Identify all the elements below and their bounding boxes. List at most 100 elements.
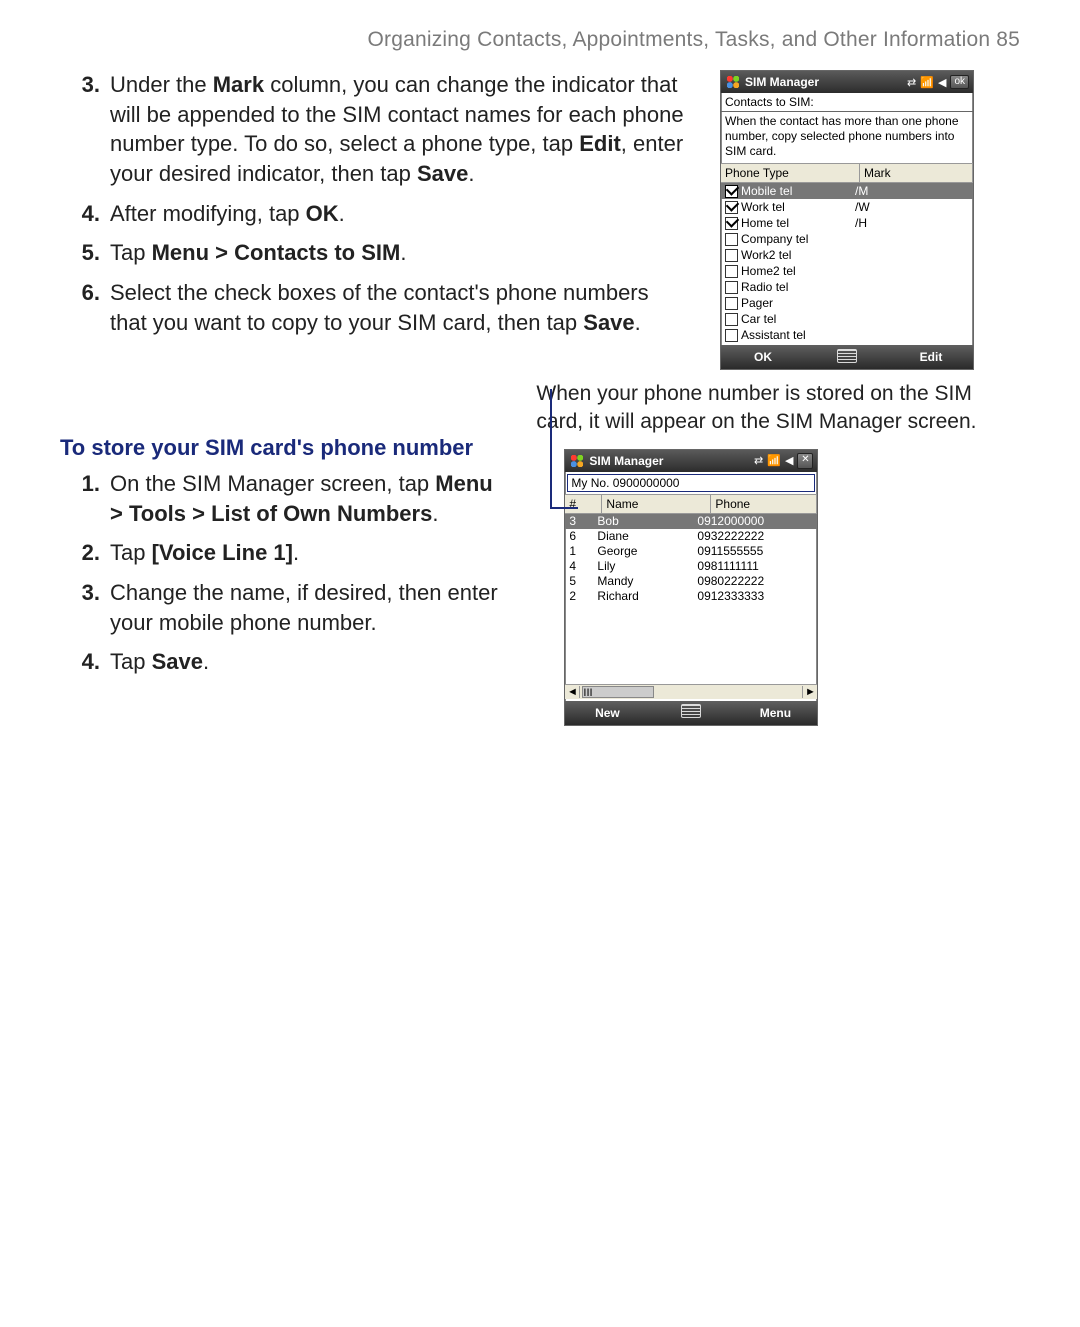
step-text: After modifying, tap OK.: [110, 199, 690, 229]
checkbox[interactable]: [725, 249, 738, 262]
scroll-thumb[interactable]: III: [582, 686, 654, 698]
contact-name: Lily: [597, 559, 697, 574]
softkey-ok[interactable]: OK: [721, 350, 805, 364]
softkey-menu[interactable]: Menu: [733, 706, 817, 720]
phone-type-row[interactable]: Pager: [721, 295, 973, 311]
phone-type-row[interactable]: Company tel: [721, 231, 973, 247]
sip-keyboard-icon[interactable]: [805, 349, 889, 366]
close-button[interactable]: ✕: [797, 453, 813, 469]
page-running-head: Organizing Contacts, Appointments, Tasks…: [60, 28, 1020, 52]
step-text: Change the name, if desired, then enter …: [110, 578, 506, 637]
contact-index: 2: [569, 589, 597, 604]
phone-type-label: Home tel: [741, 216, 789, 230]
phone-type-label: Mobile tel: [741, 184, 792, 198]
step-text: On the SIM Manager screen, tap Menu > To…: [110, 469, 506, 528]
subheading: To store your SIM card's phone number: [60, 435, 506, 461]
phone-window-title: SIM Manager: [589, 454, 750, 468]
col-mark: Mark: [860, 164, 973, 182]
scroll-left-arrow-icon[interactable]: ◄: [565, 686, 580, 698]
table-header: # Name Phone: [565, 494, 817, 514]
phone-type-row[interactable]: Car tel: [721, 311, 973, 327]
steps-second-group: 1. On the SIM Manager screen, tap Menu >…: [60, 469, 506, 677]
step-number: 6.: [60, 278, 110, 337]
softkey-new[interactable]: New: [565, 706, 649, 720]
soft-key-bar: OK Edit: [721, 345, 973, 369]
windows-logo-icon: [569, 453, 585, 469]
contact-phone: 0912333333: [697, 589, 813, 604]
contact-row[interactable]: 4Lily0981111111: [565, 559, 817, 574]
step-number: 4.: [60, 199, 110, 229]
softkey-edit[interactable]: Edit: [889, 350, 973, 364]
step-text: Under the Mark column, you can change th…: [110, 70, 690, 189]
horizontal-scrollbar[interactable]: ◄ III ►: [565, 684, 817, 699]
table-header: Phone Type Mark: [721, 163, 973, 183]
ok-button[interactable]: ok: [950, 75, 969, 89]
screenshot-sim-manager-list: SIM Manager ⇄ 📶 ◀ ✕ My No. 0900000000 # …: [564, 449, 818, 726]
phone-type-row[interactable]: Home2 tel: [721, 263, 973, 279]
step-number: 4.: [60, 647, 110, 677]
signal-icon: 📶: [920, 76, 934, 89]
soft-key-bar: New Menu: [565, 701, 817, 725]
phone-type-label: Work tel: [741, 200, 785, 214]
checkbox[interactable]: [725, 185, 738, 198]
step-number: 3.: [60, 70, 110, 189]
phone-type-label: Home2 tel: [741, 264, 796, 278]
phone-window-title: SIM Manager: [745, 75, 903, 89]
sip-keyboard-icon[interactable]: [649, 704, 733, 721]
phone-type-row[interactable]: Home tel/H: [721, 215, 973, 231]
scroll-right-arrow-icon[interactable]: ►: [802, 686, 817, 698]
phone-type-row[interactable]: Radio tel: [721, 279, 973, 295]
contact-row[interactable]: 2Richard0912333333: [565, 589, 817, 604]
checkbox[interactable]: [725, 297, 738, 310]
contact-phone: 0932222222: [697, 529, 813, 544]
col-name: Name: [602, 495, 711, 513]
contact-row[interactable]: 1George0911555555: [565, 544, 817, 559]
contact-name: George: [597, 544, 697, 559]
phone-type-row[interactable]: Work2 tel: [721, 247, 973, 263]
step-text: Tap Save.: [110, 647, 506, 677]
my-number-field[interactable]: My No. 0900000000: [567, 474, 815, 492]
contact-row[interactable]: 3Bob0912000000: [565, 514, 817, 529]
contact-name: Diane: [597, 529, 697, 544]
phone-type-row[interactable]: Work tel/W: [721, 199, 973, 215]
checkbox[interactable]: [725, 233, 738, 246]
screen-note: When the contact has more than one phone…: [721, 112, 973, 163]
phone-type-row[interactable]: Mobile tel/M: [721, 183, 973, 199]
connectivity-icon: ⇄: [907, 76, 916, 89]
contact-index: 4: [569, 559, 597, 574]
contact-index: 1: [569, 544, 597, 559]
step-number: 3.: [60, 578, 110, 637]
contacts-list: 3Bob09120000006Diane09322222221George091…: [565, 514, 817, 684]
phone-type-row[interactable]: Assistant tel: [721, 327, 973, 343]
phone-type-label: Radio tel: [741, 280, 788, 294]
checkbox[interactable]: [725, 217, 738, 230]
checkbox[interactable]: [725, 281, 738, 294]
contact-phone: 0911555555: [697, 544, 813, 559]
connectivity-icon: ⇄: [754, 454, 763, 467]
step-text: Select the check boxes of the contact's …: [110, 278, 690, 337]
phone-type-label: Pager: [741, 296, 773, 310]
contact-name: Mandy: [597, 574, 697, 589]
phone-type-label: Company tel: [741, 232, 808, 246]
step-number: 5.: [60, 238, 110, 268]
checkbox[interactable]: [725, 313, 738, 326]
mark-value: /M: [855, 184, 969, 198]
contact-phone: 0980222222: [697, 574, 813, 589]
checkbox[interactable]: [725, 201, 738, 214]
checkbox[interactable]: [725, 329, 738, 342]
phone-type-list: Mobile tel/MWork tel/WHome tel/HCompany …: [721, 183, 973, 343]
contact-row[interactable]: 5Mandy0980222222: [565, 574, 817, 589]
phone-type-label: Car tel: [741, 312, 776, 326]
mark-value: /W: [855, 200, 969, 214]
contact-row[interactable]: 6Diane0932222222: [565, 529, 817, 544]
contact-phone: 0912000000: [697, 514, 813, 529]
step-text: Tap [Voice Line 1].: [110, 538, 506, 568]
phone-title-bar: SIM Manager ⇄ 📶 ◀ ✕: [565, 450, 817, 472]
phone-title-bar: SIM Manager ⇄ 📶 ◀ ok: [721, 71, 973, 93]
phone-type-label: Work2 tel: [741, 248, 791, 262]
col-phone-type: Phone Type: [721, 164, 860, 182]
mark-value: /H: [855, 216, 969, 230]
checkbox[interactable]: [725, 265, 738, 278]
step-number: 2.: [60, 538, 110, 568]
contact-index: 3: [569, 514, 597, 529]
